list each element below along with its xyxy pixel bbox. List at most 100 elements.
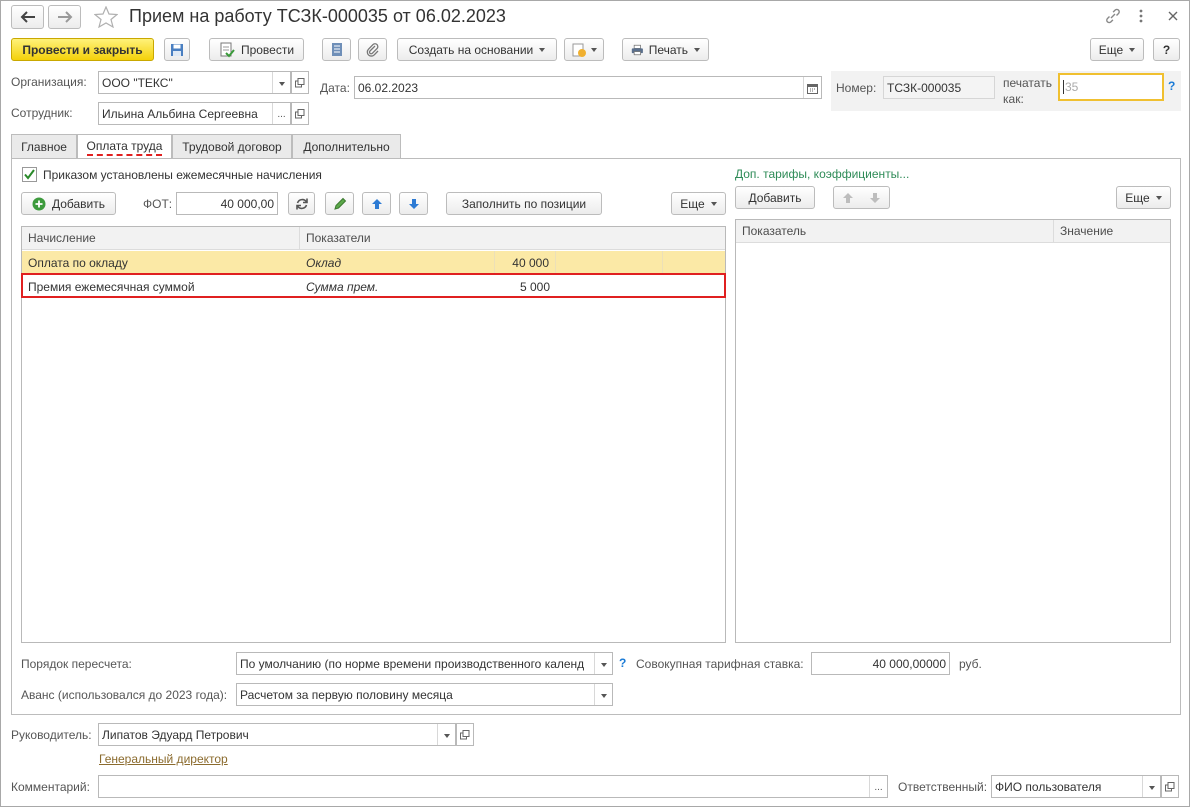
print-as-help-icon[interactable]: ?	[1168, 79, 1175, 93]
extra-tariffs-link[interactable]: Доп. тарифы, коэффициенты...	[735, 167, 909, 181]
attach-button[interactable]	[358, 38, 387, 61]
responsible-value: ФИО пользователя	[995, 779, 1102, 794]
more-button[interactable]: Еще	[1090, 38, 1144, 61]
post-button[interactable]: Провести	[209, 38, 304, 61]
move-down-button[interactable]	[399, 192, 428, 215]
employee-select-button[interactable]: ...	[272, 103, 290, 124]
forward-button[interactable]	[48, 5, 81, 29]
chevron-down-icon	[1129, 47, 1136, 52]
responsible-open-button[interactable]	[1161, 775, 1179, 798]
print-button[interactable]: Печать	[622, 38, 709, 61]
number-value: ТСЗК-000035	[887, 80, 962, 95]
date-value: 06.02.2023	[358, 80, 419, 95]
chevron-down-icon	[539, 47, 546, 52]
org-open-button[interactable]	[291, 71, 309, 94]
edit-button[interactable]	[325, 192, 354, 215]
back-button[interactable]	[11, 5, 44, 29]
employee-label: Сотрудник:	[11, 106, 73, 120]
print-as-field[interactable]: 35	[1058, 73, 1164, 101]
more-vertical-icon[interactable]	[1138, 8, 1144, 24]
extra-move-buttons[interactable]	[833, 186, 890, 209]
responsible-dropdown[interactable]	[1142, 776, 1160, 797]
extra-more-button[interactable]: Еще	[1116, 186, 1171, 209]
tab-additional[interactable]: Дополнительно	[292, 134, 401, 158]
number-label: Номер:	[836, 81, 877, 95]
employee-open-button[interactable]	[291, 102, 309, 125]
recalc-label: Порядок пересчета:	[21, 657, 132, 671]
column-header-indicators[interactable]: Показатели	[300, 227, 725, 250]
close-icon[interactable]	[1166, 9, 1180, 23]
plus-circle-icon	[32, 197, 46, 210]
indicator-value: 40 000	[494, 251, 556, 275]
manager-position-link[interactable]: Генеральный директор	[99, 752, 228, 766]
number-field[interactable]: ТСЗК-000035	[883, 76, 995, 99]
fill-by-position-button[interactable]: Заполнить по позиции	[446, 192, 602, 215]
fot-field[interactable]: 40 000,00	[176, 192, 278, 215]
checkmark-icon	[24, 169, 35, 180]
post-and-close-button[interactable]: Провести и закрыть	[11, 38, 154, 61]
ellipsis-icon: ...	[277, 109, 286, 120]
responsible-label: Ответственный:	[898, 780, 988, 794]
comment-label: Комментарий:	[11, 780, 90, 794]
manager-field[interactable]: Липатов Эдуард Петрович	[98, 723, 456, 746]
more-button-label: Еще	[1098, 42, 1124, 57]
org-dropdown[interactable]	[272, 72, 290, 93]
tab-labor-contract[interactable]: Трудовой договор	[172, 134, 292, 158]
print-as-label-1: печатать	[1003, 76, 1052, 90]
paperclip-icon	[366, 42, 378, 57]
journal-button[interactable]	[322, 38, 351, 61]
open-window-icon	[295, 108, 305, 118]
save-button[interactable]	[164, 38, 190, 61]
tab-main[interactable]: Главное	[11, 134, 77, 158]
move-up-button[interactable]	[362, 192, 391, 215]
refresh-button[interactable]	[288, 192, 315, 215]
monthly-accruals-label: Приказом установлены ежемесячные начисле…	[43, 168, 322, 182]
arrow-up-icon[interactable]	[842, 192, 854, 204]
advance-label: Аванс (использовался до 2023 года):	[21, 688, 228, 702]
recalc-help-icon[interactable]: ?	[619, 656, 626, 670]
chevron-down-icon	[591, 47, 597, 52]
refresh-icon	[295, 198, 308, 209]
recalc-dropdown[interactable]	[594, 653, 612, 674]
total-rate-label: Совокупная тарифная ставка:	[636, 657, 804, 671]
extra-add-button[interactable]: Добавить	[735, 186, 815, 209]
printer-icon	[631, 44, 643, 55]
responsible-field[interactable]: ФИО пользователя	[991, 775, 1161, 798]
monthly-accruals-checkbox[interactable]	[22, 167, 37, 182]
recalc-select[interactable]: По умолчанию (по норме времени производс…	[236, 652, 613, 675]
column-header-accrual[interactable]: Начисление	[22, 227, 300, 250]
advance-select[interactable]: Расчетом за первую половину месяца	[236, 683, 613, 706]
pencil-icon	[333, 197, 346, 210]
row-highlight-frame	[21, 273, 726, 298]
advance-value: Расчетом за первую половину месяца	[240, 687, 453, 702]
column-header-value[interactable]: Значение	[1054, 220, 1170, 243]
org-field[interactable]: ООО "ТЕКС"	[98, 71, 291, 94]
arrow-down-icon[interactable]	[869, 192, 881, 204]
comment-field[interactable]: ...	[98, 775, 888, 798]
manager-dropdown[interactable]	[437, 724, 455, 745]
employee-field[interactable]: Ильина Альбина Сергеевна ...	[98, 102, 291, 125]
calendar-button[interactable]	[803, 77, 821, 98]
comment-expand-button[interactable]: ...	[869, 776, 887, 797]
manager-label: Руководитель:	[11, 728, 92, 742]
arrow-right-icon	[57, 11, 72, 23]
recalc-value: По умолчанию (по норме времени производс…	[240, 656, 585, 671]
create-based-on-button[interactable]: Создать на основании	[397, 38, 557, 61]
table-row[interactable]: Оплата по окладу Оклад 40 000	[22, 251, 725, 275]
add-accrual-button[interactable]: Добавить	[21, 192, 116, 215]
document-window: Прием на работу ТСЗК-000035 от 06.02.202…	[0, 0, 1190, 807]
link-icon[interactable]	[1105, 8, 1121, 24]
date-field[interactable]: 06.02.2023	[354, 76, 822, 99]
advance-dropdown[interactable]	[594, 684, 612, 705]
column-header-indicator[interactable]: Показатель	[736, 220, 1054, 243]
favorite-star-icon[interactable]	[93, 5, 119, 29]
reports-button[interactable]	[564, 38, 604, 61]
accruals-more-button[interactable]: Еще	[671, 192, 726, 215]
total-rate-field[interactable]: 40 000,00000	[811, 652, 950, 675]
help-button[interactable]: ?	[1153, 38, 1180, 61]
text-cursor	[1063, 80, 1064, 94]
extra-more-label: Еще	[1125, 190, 1150, 205]
manager-open-button[interactable]	[456, 723, 474, 746]
chevron-down-icon	[694, 47, 700, 52]
tab-payment[interactable]: Оплата труда	[77, 134, 172, 159]
